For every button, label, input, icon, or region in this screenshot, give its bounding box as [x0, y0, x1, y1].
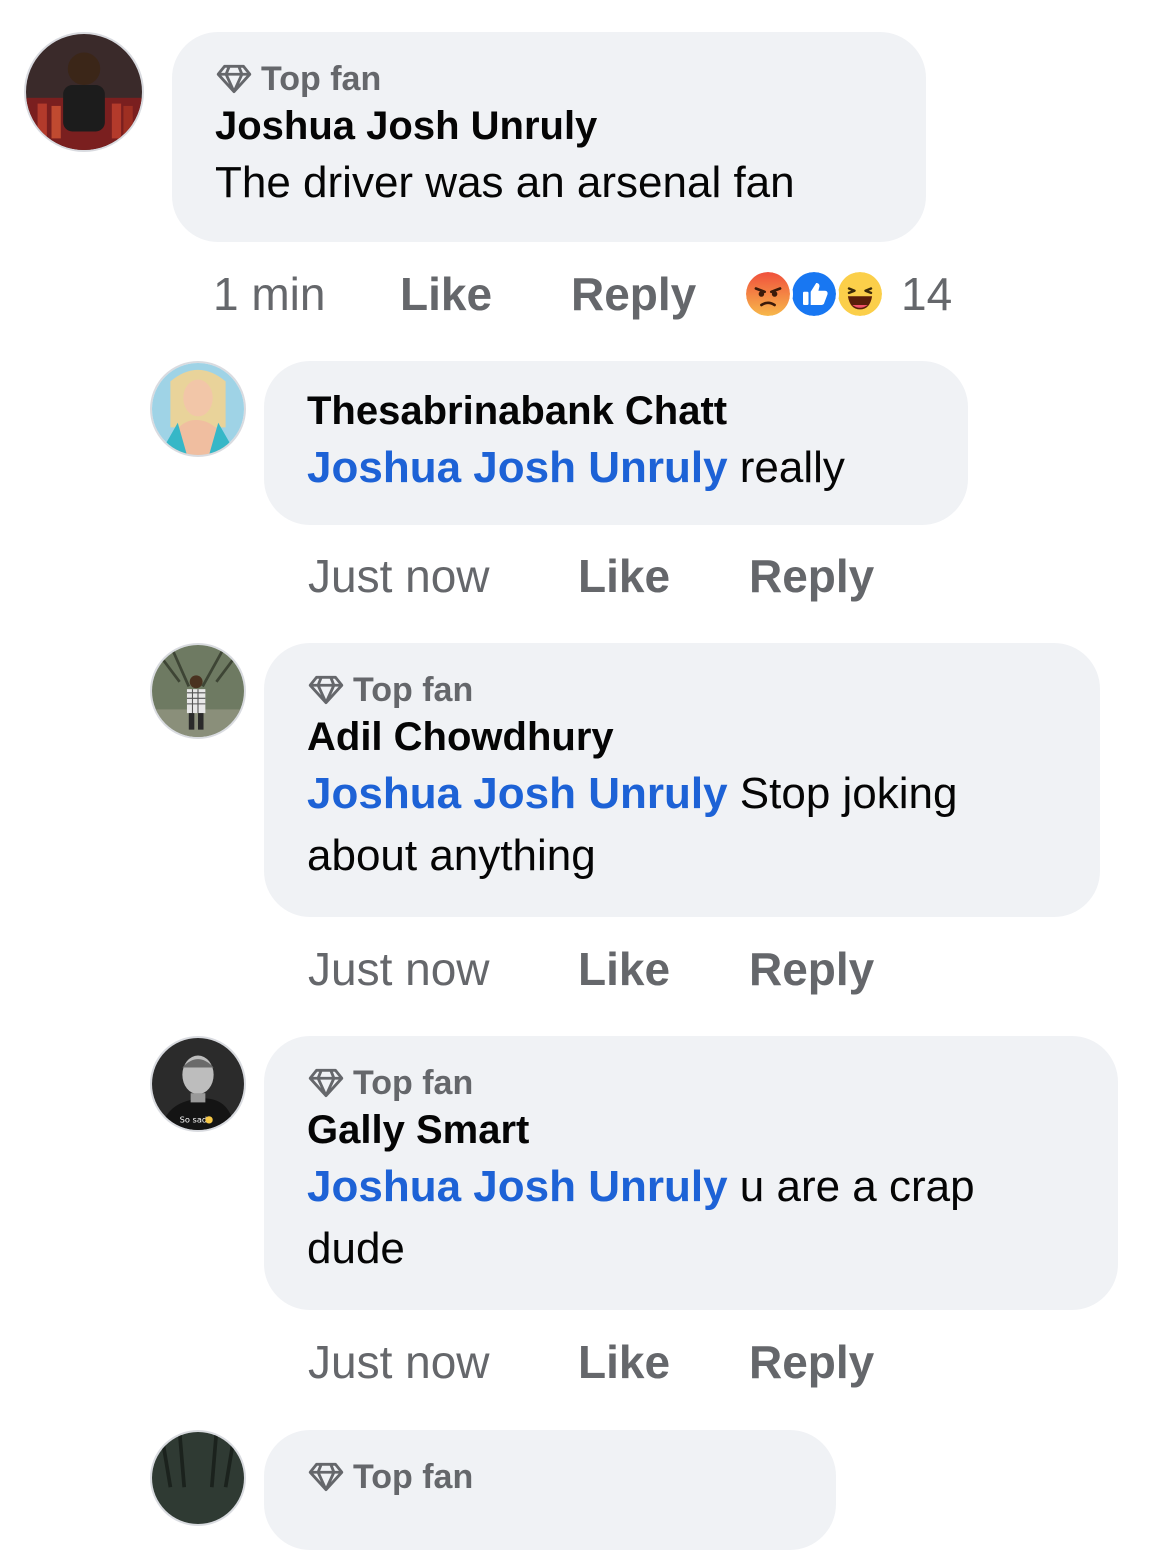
comment-text: Joshua Josh Unruly u are a crap dude	[307, 1156, 1067, 1280]
like-button[interactable]: Like	[578, 941, 749, 997]
comment-author[interactable]: Gally Smart	[307, 1104, 1118, 1156]
avatar[interactable]	[150, 643, 246, 739]
avatar[interactable]	[150, 1430, 246, 1526]
avatar-caption: So sad	[180, 1115, 208, 1125]
timestamp[interactable]: Just now	[308, 548, 578, 604]
timestamp[interactable]: 1 min	[213, 266, 400, 322]
comment-author[interactable]: Joshua Josh Unruly	[215, 100, 926, 152]
like-icon	[789, 269, 839, 319]
haha-icon	[835, 269, 885, 319]
mention-link[interactable]: Joshua Josh Unruly	[307, 769, 728, 818]
comment-text: Joshua Josh Unruly Stop joking about any…	[307, 763, 1047, 887]
top-fan-badge: Top fan	[307, 1456, 836, 1498]
reply-button[interactable]: Reply	[749, 1334, 874, 1390]
avatar[interactable]	[150, 361, 246, 457]
comment-author[interactable]: Thesabrinabank Chatt	[307, 385, 968, 437]
reply-button[interactable]: Reply	[571, 266, 743, 322]
comment-actions: Just now Like Reply	[308, 941, 874, 997]
mention-link[interactable]: Joshua Josh Unruly	[307, 1162, 728, 1211]
comment-actions: Just now Like Reply	[308, 548, 874, 604]
diamond-icon	[216, 64, 252, 94]
timestamp[interactable]: Just now	[308, 941, 578, 997]
top-fan-label: Top fan	[261, 60, 382, 98]
top-fan-label: Top fan	[353, 1458, 474, 1496]
avatar[interactable]	[24, 32, 144, 152]
reaction-count[interactable]: 14	[901, 266, 952, 322]
comment-bubble: Top fan	[264, 1430, 836, 1550]
like-button[interactable]: Like	[578, 548, 749, 604]
top-fan-badge: Top fan	[307, 1062, 1118, 1104]
comment-actions: Just now Like Reply	[308, 1334, 874, 1390]
comment-text: The driver was an arsenal fan	[215, 158, 795, 207]
reactions-summary[interactable]	[743, 269, 885, 319]
reply-button[interactable]: Reply	[749, 941, 874, 997]
comment-body: really	[727, 443, 845, 492]
diamond-icon	[308, 1068, 344, 1098]
mention-link[interactable]: Joshua Josh Unruly	[307, 443, 728, 492]
top-fan-label: Top fan	[353, 1064, 474, 1102]
comment-bubble: Top fan Joshua Josh Unruly The driver wa…	[172, 32, 926, 242]
reply-button[interactable]: Reply	[749, 548, 874, 604]
comment-bubble: Top fan Adil Chowdhury Joshua Josh Unrul…	[264, 643, 1100, 917]
comment-actions: 1 min Like Reply 14	[213, 266, 952, 322]
comment-text: Joshua Josh Unruly really	[307, 437, 968, 499]
top-fan-label: Top fan	[353, 671, 474, 709]
comment-bubble: Top fan Gally Smart Joshua Josh Unruly u…	[264, 1036, 1118, 1310]
diamond-icon	[308, 675, 344, 705]
timestamp[interactable]: Just now	[308, 1334, 578, 1390]
like-button[interactable]: Like	[578, 1334, 749, 1390]
angry-icon	[743, 269, 793, 319]
top-fan-badge: Top fan	[215, 58, 926, 100]
avatar[interactable]: So sad	[150, 1036, 246, 1132]
like-button[interactable]: Like	[400, 266, 571, 322]
comment-author[interactable]: Adil Chowdhury	[307, 711, 1100, 763]
top-fan-badge: Top fan	[307, 669, 1100, 711]
comment-bubble: Thesabrinabank Chatt Joshua Josh Unruly …	[264, 361, 968, 525]
